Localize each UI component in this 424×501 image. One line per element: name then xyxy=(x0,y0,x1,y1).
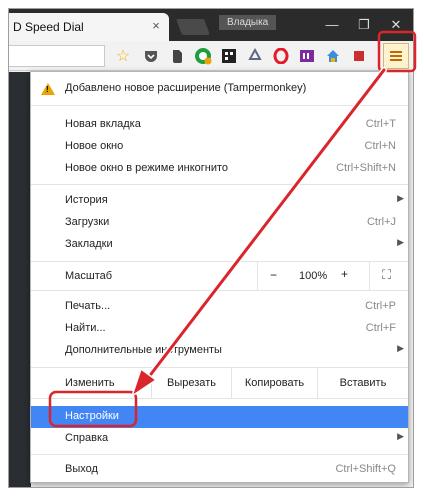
menu-item-downloads[interactable]: Загрузки Ctrl+J xyxy=(31,212,408,234)
green-extension-icon[interactable] xyxy=(193,46,213,66)
downloads-label: Загрузки xyxy=(65,216,110,228)
zoom-label: Масштаб xyxy=(65,270,113,282)
downloads-shortcut: Ctrl+J xyxy=(366,216,396,228)
submenu-arrow-icon: ▶ xyxy=(397,343,404,353)
new-window-label: Новое окно xyxy=(65,140,124,152)
submenu-arrow-icon: ▶ xyxy=(397,193,404,203)
extension-icon[interactable] xyxy=(349,46,369,66)
menu-item-edit: Изменить Вырезать Копировать Вставить xyxy=(31,368,408,398)
address-bar[interactable] xyxy=(9,45,105,67)
menu-item-history[interactable]: История ▶ xyxy=(31,190,408,212)
zoom-value: 100% xyxy=(299,270,328,282)
menu-item-new-window[interactable]: Новое окно Ctrl+N xyxy=(31,136,408,158)
find-label: Найти... xyxy=(65,322,106,334)
menu-separator xyxy=(31,105,408,106)
menu-bar-1 xyxy=(390,51,402,53)
plus-icon: + xyxy=(341,267,349,281)
print-shortcut: Ctrl+P xyxy=(365,300,396,312)
evernote-icon[interactable] xyxy=(167,46,187,66)
new-tab-button[interactable] xyxy=(176,19,210,35)
edit-label: Изменить xyxy=(65,377,115,389)
menu-separator xyxy=(31,184,408,185)
more-tools-label: Дополнительные инструменты xyxy=(65,344,222,356)
tab-title: D Speed Dial xyxy=(13,20,84,34)
new-window-shortcut: Ctrl+N xyxy=(364,140,396,152)
pocket-icon[interactable] xyxy=(141,46,161,66)
tab-close-icon[interactable]: × xyxy=(148,18,164,34)
menu-separator xyxy=(31,290,408,291)
profile-badge[interactable]: Владыка xyxy=(219,15,277,30)
exit-label: Выход xyxy=(65,463,98,475)
home-icon[interactable] xyxy=(323,46,343,66)
minimize-button[interactable]: — xyxy=(317,17,347,33)
help-label: Справка xyxy=(65,432,109,444)
page-background xyxy=(9,72,31,487)
menu-item-new-tab[interactable]: Новая вкладка Ctrl+T xyxy=(31,114,408,136)
menu-item-more-tools[interactable]: Дополнительные инструменты ▶ xyxy=(31,340,408,362)
zoom-in-button[interactable]: + xyxy=(335,262,369,290)
bookmark-star-icon[interactable]: ☆ xyxy=(113,46,133,66)
exit-shortcut: Ctrl+Shift+Q xyxy=(335,463,396,475)
find-shortcut: Ctrl+F xyxy=(365,322,396,334)
incognito-shortcut: Ctrl+Shift+N xyxy=(336,162,396,174)
speed-dial-icon[interactable] xyxy=(219,46,239,66)
toolbar: ☆ xyxy=(9,41,413,71)
copy-button[interactable]: Копировать xyxy=(231,368,317,398)
minus-icon: − xyxy=(270,268,278,282)
warning-mark: ! xyxy=(46,85,49,94)
menu-item-incognito[interactable]: Новое окно в режиме инкогнито Ctrl+Shift… xyxy=(31,158,408,180)
settings-label: Настройки xyxy=(65,410,119,422)
chrome-main-menu: ! Добавлено новое расширение (Tampermonk… xyxy=(30,71,409,483)
menu-item-settings[interactable]: Настройки xyxy=(31,406,408,428)
browser-window: D Speed Dial × Владыка — ❐ ✕ ☆ ! Добавле… xyxy=(8,8,414,488)
print-label: Печать... xyxy=(65,300,111,312)
menu-item-print[interactable]: Печать... Ctrl+P xyxy=(31,296,408,318)
title-bar: D Speed Dial × Владыка — ❐ ✕ xyxy=(9,9,413,41)
history-label: История xyxy=(65,194,108,206)
menu-item-help[interactable]: Справка ▶ xyxy=(31,428,408,450)
menu-item-exit[interactable]: Выход Ctrl+Shift+Q xyxy=(31,459,408,481)
menu-item-bookmarks[interactable]: Закладки ▶ xyxy=(31,234,408,256)
extension-notice-label: Добавлено новое расширение (Tampermonkey… xyxy=(65,82,307,94)
menu-item-find[interactable]: Найти... Ctrl+F xyxy=(31,318,408,340)
menu-item-zoom: Масштаб − 100% + ⛶ xyxy=(31,262,408,290)
menu-bar-3 xyxy=(390,59,402,61)
incognito-label: Новое окно в режиме инкогнито xyxy=(65,162,229,174)
chrome-menu-button[interactable] xyxy=(383,43,409,69)
menu-separator xyxy=(31,454,408,455)
close-window-button[interactable]: ✕ xyxy=(381,17,411,33)
active-tab[interactable]: D Speed Dial × xyxy=(9,13,169,41)
menu-separator xyxy=(31,398,408,399)
opera-icon[interactable] xyxy=(271,46,291,66)
fullscreen-button[interactable]: ⛶ xyxy=(369,262,408,290)
menu-bar-2 xyxy=(390,55,402,57)
paste-button[interactable]: Вставить xyxy=(317,368,408,398)
bookmarks-label: Закладки xyxy=(65,238,113,250)
zoom-out-button[interactable]: − xyxy=(257,262,291,290)
new-tab-label: Новая вкладка xyxy=(65,118,141,130)
cut-button[interactable]: Вырезать xyxy=(151,368,231,398)
onenote-icon[interactable] xyxy=(297,46,317,66)
new-tab-shortcut: Ctrl+T xyxy=(365,118,396,130)
fullscreen-icon: ⛶ xyxy=(382,267,392,282)
submenu-arrow-icon: ▶ xyxy=(397,237,404,247)
submenu-arrow-icon: ▶ xyxy=(397,431,404,441)
extension-notice[interactable]: ! Добавлено новое расширение (Tampermonk… xyxy=(31,78,408,100)
drop-icon[interactable] xyxy=(245,46,265,66)
restore-button[interactable]: ❐ xyxy=(349,17,379,33)
